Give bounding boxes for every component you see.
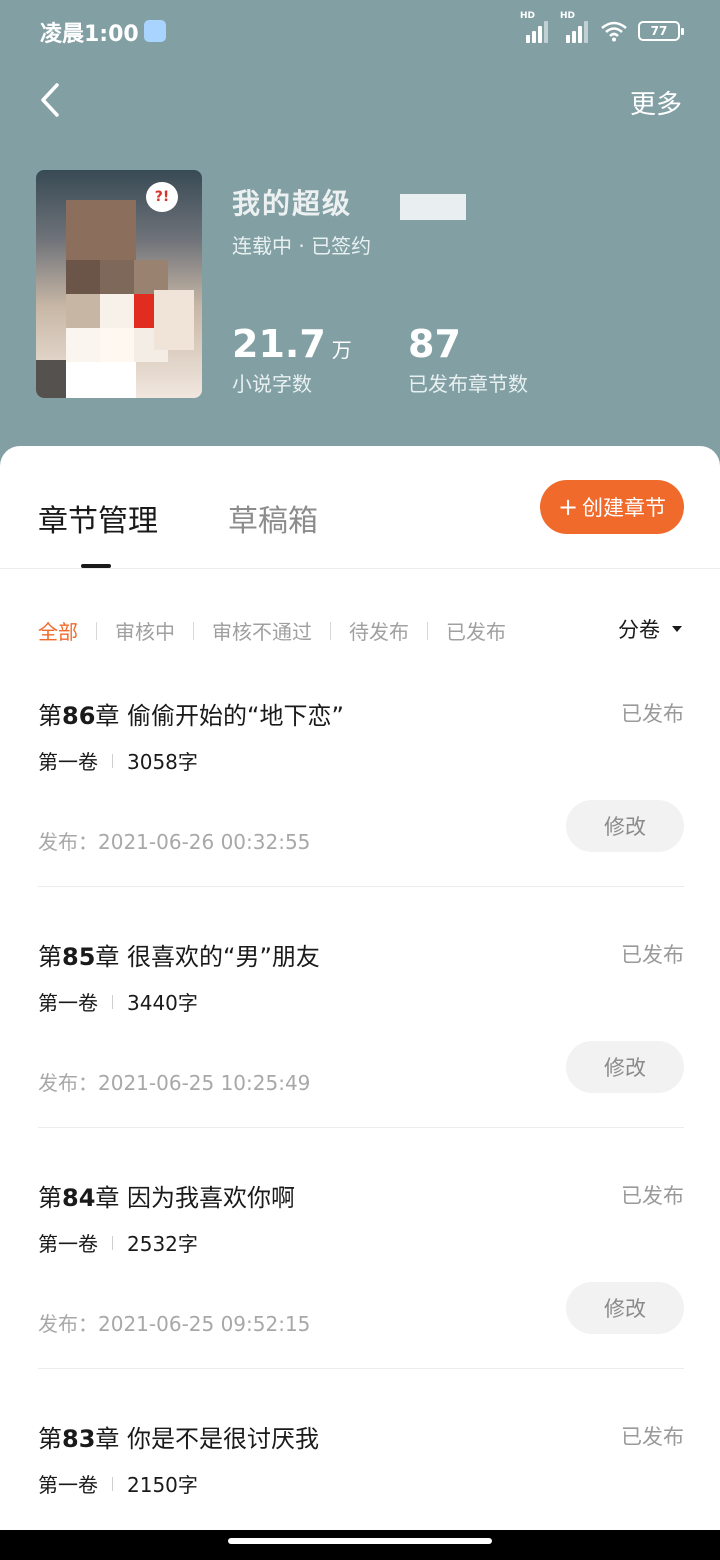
hd-label: HD (560, 11, 576, 21)
chapter-volume: 第一卷 (38, 750, 98, 774)
filter-separator (427, 621, 428, 640)
battery-level: 77 (650, 24, 668, 38)
filter-all[interactable]: 全部 (38, 616, 78, 645)
filter-published[interactable]: 已发布 (446, 616, 506, 645)
more-button[interactable]: 更多 (630, 84, 682, 121)
chapter-item[interactable]: 第85章 很喜欢的“男”朋友 已发布 第一卷 3440字 发布：2021-06-2… (38, 937, 684, 1177)
chapter-volume: 第一卷 (38, 991, 98, 1015)
word-count-label: 小说字数 (232, 372, 312, 396)
status-icons: HD HD 77 (520, 11, 684, 46)
create-chapter-label: 创建章节 (582, 496, 667, 520)
chapter-words: 2150字 (127, 1473, 198, 1497)
chapter-title: 第85章 很喜欢的“男”朋友 (38, 943, 320, 971)
app-notification-icon (144, 20, 166, 42)
word-count-unit: 万 (331, 338, 352, 362)
divider (38, 1127, 684, 1128)
cover-badge: ?! (146, 182, 178, 212)
divider (38, 1368, 684, 1369)
chevron-left-icon (41, 83, 59, 117)
book-status: 连载中 · 已签约 (232, 234, 372, 258)
battery-icon: 77 (638, 21, 684, 41)
chapter-publish-date: 发布：2021-06-26 00:32:55 (38, 830, 311, 854)
edit-button[interactable]: 修改 (566, 1282, 684, 1334)
chapters-value: 87 (408, 322, 461, 366)
chapter-words: 2532字 (127, 1232, 198, 1256)
word-count-value: 21.7 (232, 322, 326, 366)
chapter-words: 3440字 (127, 991, 198, 1015)
signal-icon: HD (520, 11, 550, 43)
chapter-title: 第84章 因为我喜欢你啊 (38, 1184, 296, 1212)
title-redaction (400, 194, 466, 220)
chapter-title: 第83章 你是不是很讨厌我 (38, 1425, 320, 1453)
create-chapter-button[interactable]: + 创建章节 (540, 480, 684, 534)
chapters-stat: 87 已发布章节数 (408, 322, 528, 397)
filter-reviewing[interactable]: 审核中 (115, 616, 175, 645)
chapter-status: 已发布 (621, 943, 684, 967)
caret-down-icon (672, 626, 682, 632)
chapter-status: 已发布 (621, 702, 684, 726)
chapters-label: 已发布章节数 (408, 372, 528, 396)
back-button[interactable] (30, 80, 70, 120)
chapter-item[interactable]: 第86章 偷偷开始的“地下恋” 已发布 第一卷 3058字 发布：2021-06-… (38, 696, 684, 936)
book-title: 我的超级 (232, 187, 353, 220)
chapter-status: 已发布 (621, 1425, 684, 1449)
book-header: 凌晨1:00 HD HD 77 更多 ?! 我的超级 连载中 · 已签约 21.… (0, 0, 720, 480)
status-time: 凌晨1:00 (40, 22, 139, 47)
book-cover[interactable]: ?! (36, 170, 202, 398)
chapter-meta: 第一卷 3058字 (38, 746, 198, 775)
chapter-item[interactable]: 第84章 因为我喜欢你啊 已发布 第一卷 2532字 发布：2021-06-25 … (38, 1178, 684, 1418)
chapter-title: 第86章 偷偷开始的“地下恋” (38, 702, 344, 730)
wifi-icon (601, 21, 627, 42)
tab-drafts[interactable]: 草稿箱 (228, 496, 318, 540)
word-count-stat: 21.7 万 小说字数 (232, 322, 352, 397)
home-indicator[interactable] (228, 1538, 492, 1544)
chapter-publish-date: 发布：2021-06-25 09:52:15 (38, 1312, 311, 1336)
chapter-publish-date: 发布：2021-06-25 10:25:49 (38, 1071, 311, 1095)
filter-separator (96, 621, 97, 640)
chapter-volume: 第一卷 (38, 1473, 98, 1497)
tab-chapter-management[interactable]: 章节管理 (38, 496, 158, 540)
volume-selector-label: 分卷 (618, 618, 660, 642)
chapter-meta: 第一卷 3440字 (38, 987, 198, 1016)
edit-button[interactable]: 修改 (566, 1041, 684, 1093)
hd-label: HD (520, 11, 536, 21)
filter-pending[interactable]: 待发布 (349, 616, 409, 645)
plus-icon: + (557, 493, 579, 521)
filter-rejected[interactable]: 审核不通过 (212, 616, 312, 645)
divider (38, 886, 684, 887)
status-bar: 凌晨1:00 HD HD 77 (0, 0, 720, 64)
filter-separator (193, 621, 194, 640)
divider (0, 568, 720, 569)
chapter-meta: 第一卷 2150字 (38, 1469, 198, 1498)
chapter-meta: 第一卷 2532字 (38, 1228, 198, 1257)
signal-icon: HD (560, 11, 590, 43)
status-filter-bar: 全部 审核中 审核不通过 待发布 已发布 (38, 616, 506, 645)
chapter-words: 3058字 (127, 750, 198, 774)
edit-button[interactable]: 修改 (566, 800, 684, 852)
system-nav-bar (0, 1530, 720, 1560)
volume-selector[interactable]: 分卷 (618, 614, 682, 644)
chapter-status: 已发布 (621, 1184, 684, 1208)
chapter-item[interactable]: 第83章 你是不是很讨厌我 已发布 第一卷 2150字 (38, 1419, 684, 1530)
filter-separator (330, 621, 331, 640)
chapter-volume: 第一卷 (38, 1232, 98, 1256)
